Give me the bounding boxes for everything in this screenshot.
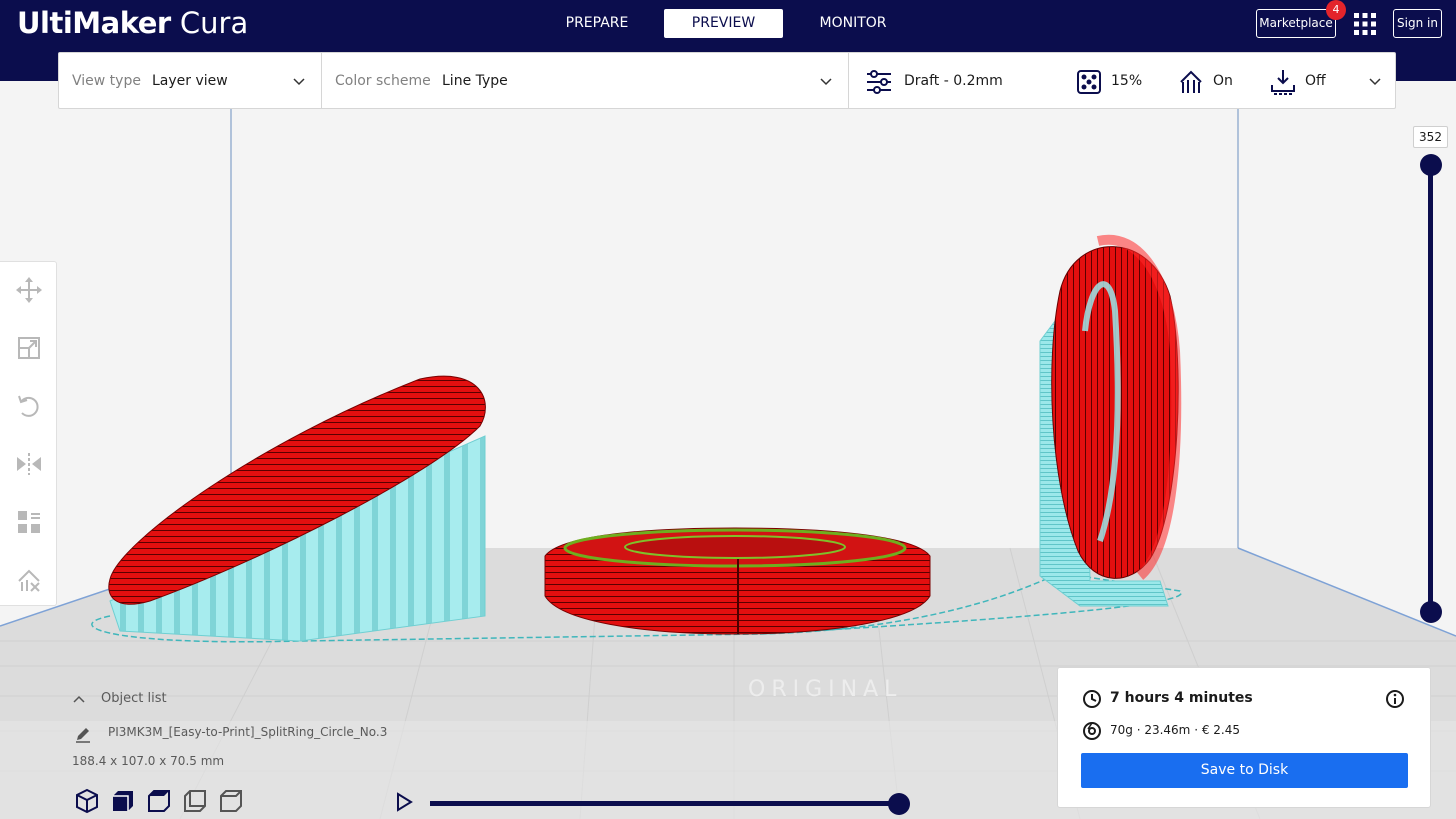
marketplace-badge: 4 <box>1326 0 1346 20</box>
print-info-panel: 7 hours 4 minutes 70g · 23.46m · € 2.45 … <box>1057 667 1431 808</box>
infill-icon <box>1077 70 1101 94</box>
simulation-slider-handle[interactable] <box>888 793 910 815</box>
layer-slider-top-handle[interactable] <box>1420 154 1442 176</box>
apps-grid-icon[interactable] <box>1353 12 1377 36</box>
adhesion-icon <box>1271 70 1295 95</box>
object-list-toggle[interactable]: Object list <box>72 690 182 712</box>
top-view-icon[interactable] <box>146 788 172 814</box>
scale-icon[interactable] <box>16 335 42 361</box>
simulation-slider-track[interactable] <box>430 801 900 806</box>
save-to-disk-button[interactable]: Save to Disk <box>1081 753 1408 788</box>
rotate-icon[interactable] <box>16 393 42 419</box>
tool-panel <box>0 261 57 606</box>
svg-text:ORIGINAL: ORIGINAL <box>748 677 902 702</box>
chevron-down-icon <box>1369 78 1381 86</box>
object-dimensions: 188.4 x 107.0 x 70.5 mm <box>72 754 225 768</box>
chevron-down-icon <box>820 78 832 86</box>
tab-monitor[interactable]: MONITOR <box>793 9 913 38</box>
support-blocker-icon[interactable] <box>16 567 42 593</box>
chevron-up-icon <box>73 695 85 703</box>
print-settings-selector[interactable]: Draft - 0.2mm 15% On Off <box>849 53 1395 108</box>
mirror-icon[interactable] <box>16 451 42 477</box>
print-time: 7 hours 4 minutes <box>1110 690 1253 706</box>
color-scheme-label: Color scheme <box>335 73 431 89</box>
infill-value: 15% <box>1111 73 1143 89</box>
right-view-icon[interactable] <box>218 788 244 814</box>
view-type-value: Layer view <box>152 73 228 89</box>
material-usage: 70g · 23.46m · € 2.45 <box>1110 723 1240 737</box>
view-type-selector[interactable]: View type Layer view <box>59 53 321 108</box>
support-icon <box>1180 70 1202 93</box>
profile-value: Draft - 0.2mm <box>904 73 1003 89</box>
adhesion-value: Off <box>1305 73 1326 89</box>
front-view-icon[interactable] <box>110 788 136 814</box>
chevron-down-icon <box>293 78 305 86</box>
layer-slider-bottom-handle[interactable] <box>1420 601 1442 623</box>
color-scheme-value: Line Type <box>442 73 508 89</box>
sliders-icon <box>867 70 891 94</box>
move-icon[interactable] <box>16 277 42 303</box>
view-toolbar: View type Layer view Color scheme Line T… <box>58 52 1396 109</box>
per-model-settings-icon[interactable] <box>16 509 42 535</box>
left-view-icon[interactable] <box>182 788 208 814</box>
marketplace-button[interactable]: Marketplace <box>1256 9 1336 38</box>
support-value: On <box>1213 73 1233 89</box>
3d-view-icon[interactable] <box>74 788 100 814</box>
color-scheme-selector[interactable]: Color scheme Line Type <box>322 53 848 108</box>
pencil-icon[interactable] <box>74 725 92 743</box>
play-icon[interactable] <box>394 792 414 812</box>
logo-bold-text: UltiMaker <box>17 6 171 40</box>
tab-preview[interactable]: PREVIEW <box>664 9 783 38</box>
clock-icon <box>1083 690 1101 708</box>
object-name: PI3MK3M_[Easy-to-Print]_SplitRing_Circle… <box>108 725 388 739</box>
sign-in-button[interactable]: Sign in <box>1393 9 1442 38</box>
layer-slider-track[interactable] <box>1428 165 1433 613</box>
logo-light-text: Cura <box>179 6 249 40</box>
layer-number-input[interactable]: 352 <box>1413 126 1448 148</box>
spool-icon <box>1083 722 1101 740</box>
info-icon[interactable] <box>1385 689 1405 709</box>
view-type-label: View type <box>72 73 141 89</box>
object-list-label: Object list <box>101 691 167 706</box>
app-logo: UltiMaker Cura <box>17 4 248 42</box>
tab-prepare[interactable]: PREPARE <box>538 9 656 38</box>
